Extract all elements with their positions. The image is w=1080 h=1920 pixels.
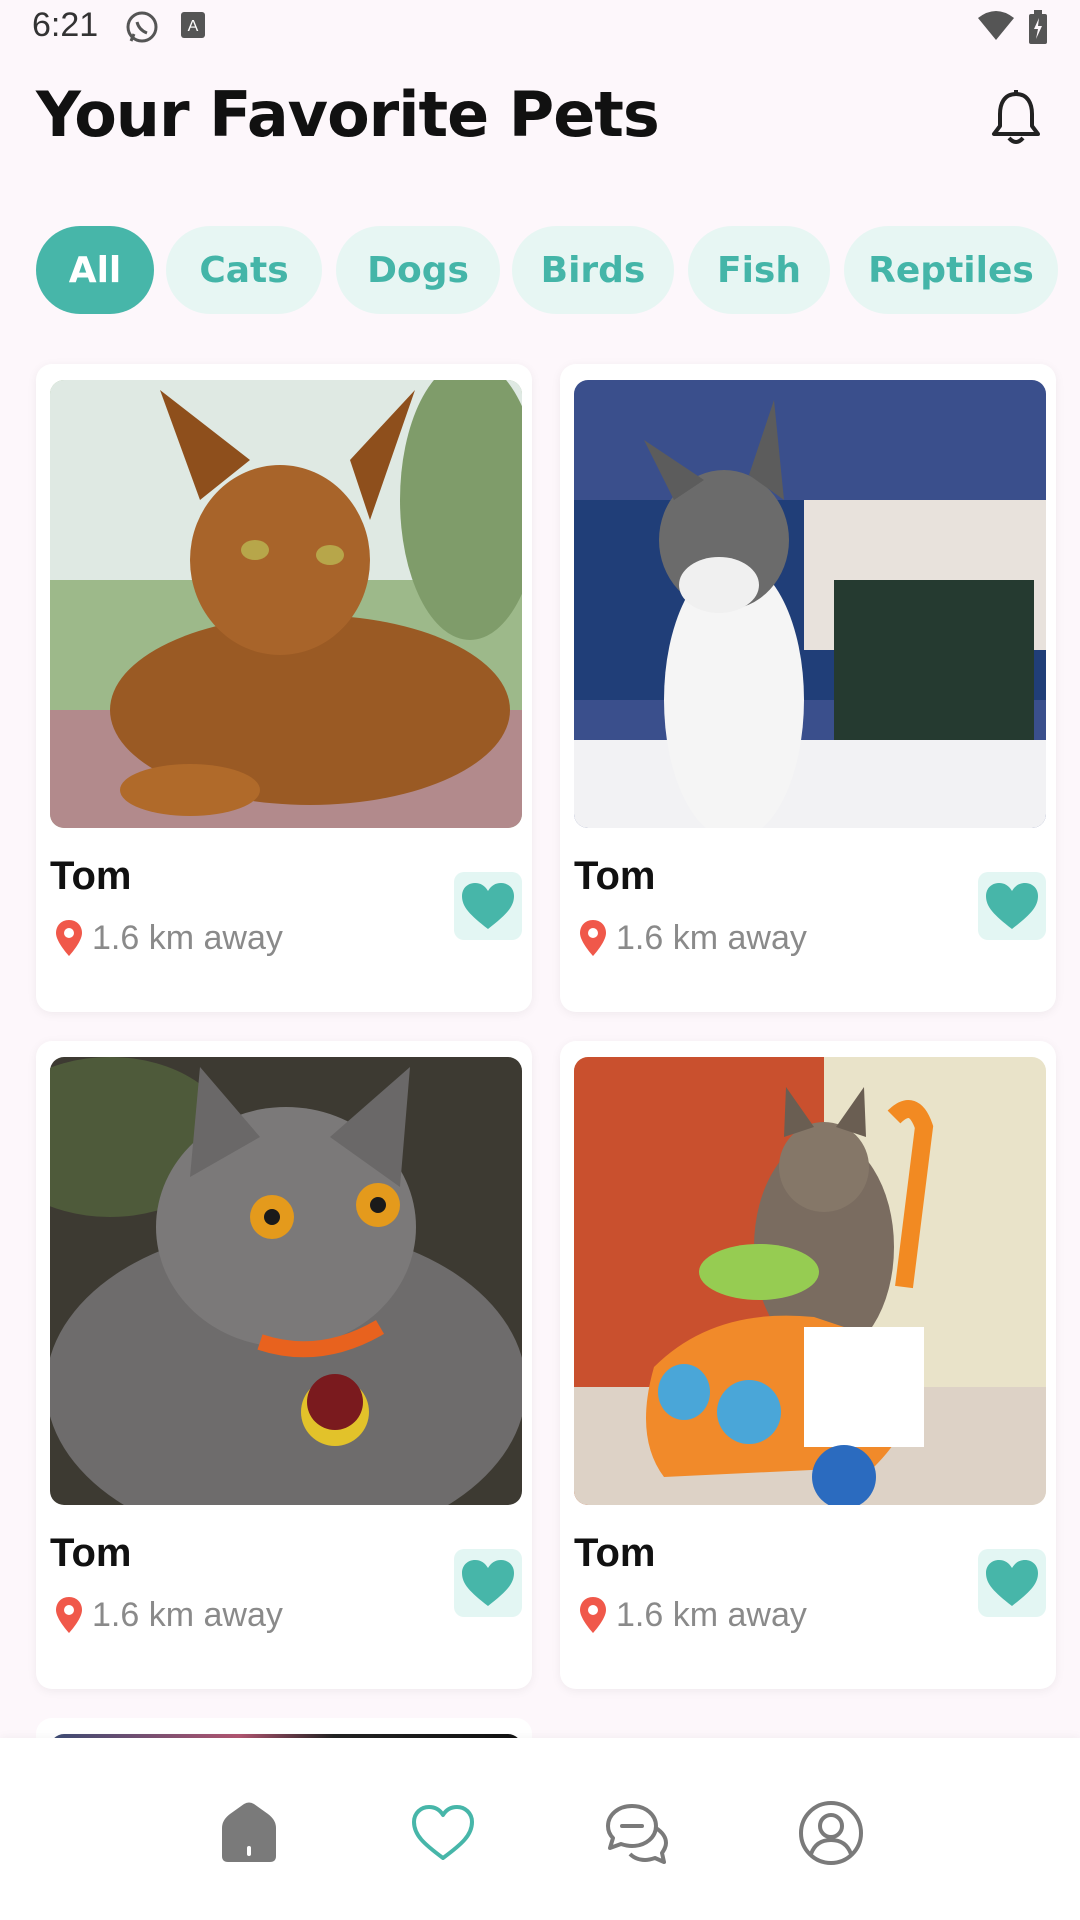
pet-photo — [50, 380, 522, 828]
status-time: 6:21 — [32, 6, 99, 44]
battery-charging-icon — [1029, 10, 1047, 44]
pet-name: Tom — [50, 854, 132, 898]
favorite-button[interactable] — [978, 872, 1046, 940]
pet-distance: 1.6 km away — [578, 918, 807, 958]
heart-icon[interactable] — [408, 1798, 478, 1868]
pet-photo — [574, 380, 1046, 828]
location-pin-icon — [56, 1597, 82, 1633]
bell-icon[interactable] — [988, 88, 1044, 148]
pet-photo — [50, 1057, 522, 1505]
chip-all[interactable]: All — [36, 226, 154, 314]
profile-icon[interactable] — [796, 1798, 866, 1868]
status-bar: 6:21 A — [0, 0, 1080, 56]
pet-distance-label: 1.6 km away — [92, 918, 283, 957]
pet-card[interactable]: Tom 1.6 km away — [560, 1041, 1056, 1689]
favorites-screen: 6:21 A Your Favorite Pets All Cats Dogs … — [0, 0, 1080, 1920]
svg-text:A: A — [188, 18, 199, 35]
home-icon[interactable] — [214, 1798, 284, 1868]
whatsapp-icon — [126, 11, 158, 43]
chip-birds[interactable]: Birds — [512, 226, 674, 314]
pet-card[interactable]: Tom 1.6 km away — [560, 364, 1056, 1012]
chat-icon[interactable] — [602, 1798, 672, 1868]
location-pin-icon — [580, 920, 606, 956]
favorite-button[interactable] — [978, 1549, 1046, 1617]
chip-reptiles[interactable]: Reptiles — [844, 226, 1058, 314]
pet-distance: 1.6 km away — [54, 1595, 283, 1635]
wifi-icon — [978, 11, 1014, 40]
pet-distance-label: 1.6 km away — [92, 1595, 283, 1634]
chip-fish[interactable]: Fish — [688, 226, 830, 314]
pet-photo — [574, 1057, 1046, 1505]
pet-card[interactable]: Tom 1.6 km away — [36, 364, 532, 1012]
bottom-navigation — [0, 1738, 1080, 1920]
pet-distance-label: 1.6 km away — [616, 918, 807, 957]
location-pin-icon — [580, 1597, 606, 1633]
location-pin-icon — [56, 920, 82, 956]
heart-filled-icon — [986, 1560, 1038, 1606]
pet-name: Tom — [50, 1531, 132, 1575]
pet-name: Tom — [574, 1531, 656, 1575]
chip-dogs[interactable]: Dogs — [336, 226, 500, 314]
pet-distance: 1.6 km away — [578, 1595, 807, 1635]
page-title: Your Favorite Pets — [36, 78, 660, 151]
heart-filled-icon — [986, 883, 1038, 929]
pet-distance: 1.6 km away — [54, 918, 283, 958]
keyboard-a-icon: A — [181, 12, 205, 38]
favorite-button[interactable] — [454, 872, 522, 940]
pet-card[interactable]: Tom 1.6 km away — [36, 1041, 532, 1689]
favorite-button[interactable] — [454, 1549, 522, 1617]
pet-distance-label: 1.6 km away — [616, 1595, 807, 1634]
heart-filled-icon — [462, 1560, 514, 1606]
pet-name: Tom — [574, 854, 656, 898]
chip-cats[interactable]: Cats — [166, 226, 322, 314]
heart-filled-icon — [462, 883, 514, 929]
